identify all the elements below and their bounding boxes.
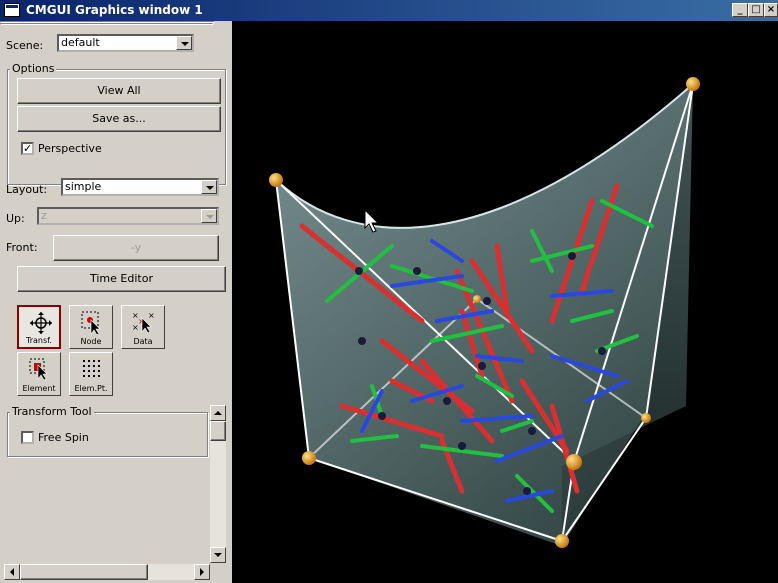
scroll-thumb[interactable] xyxy=(210,421,226,441)
element-tool-button[interactable]: Element xyxy=(17,352,61,396)
tool-label: Data xyxy=(133,337,153,346)
layout-dropdown[interactable]: simple xyxy=(61,178,219,196)
time-editor-button[interactable]: Time Editor xyxy=(17,266,226,292)
scroll-down-button[interactable] xyxy=(210,547,226,563)
scroll-up-button[interactable] xyxy=(210,405,226,421)
scroll-left-button[interactable] xyxy=(4,564,20,580)
arrow-left-icon xyxy=(10,568,14,576)
data-tool-icon: × × × × xyxy=(132,311,155,334)
perspective-label: Perspective xyxy=(38,142,102,155)
up-value: z xyxy=(41,209,47,222)
minimize-button[interactable]: _ xyxy=(732,3,748,17)
front-button[interactable]: -y xyxy=(53,235,219,261)
scene-dropdown[interactable]: default xyxy=(57,34,194,52)
arrow-right-icon xyxy=(200,568,204,576)
separator xyxy=(0,23,213,25)
tool-label: Transf. xyxy=(26,336,52,345)
close-button[interactable]: × xyxy=(764,3,778,17)
layout-label: Layout: xyxy=(6,183,48,196)
front-label: Front: xyxy=(6,241,38,254)
svg-text:×: × xyxy=(148,311,155,320)
chevron-down-icon[interactable] xyxy=(176,36,192,50)
window-title: CMGUI Graphics window 1 xyxy=(26,3,203,17)
maximize-button[interactable]: □ xyxy=(748,3,764,17)
node[interactable] xyxy=(566,454,582,470)
node-tool-button[interactable]: Node xyxy=(69,305,113,349)
transform-tool-button[interactable]: Transf. xyxy=(17,305,61,349)
element-point-tool-icon xyxy=(83,360,100,377)
options-group-title: Options xyxy=(10,62,57,75)
surface-front xyxy=(276,84,693,546)
node[interactable] xyxy=(302,451,316,465)
node-tool-icon xyxy=(81,311,101,334)
data-tool-button[interactable]: × × × × Data xyxy=(121,305,165,349)
node[interactable] xyxy=(641,413,651,423)
vertical-scrollbar[interactable] xyxy=(210,405,226,563)
free-spin-label: Free Spin xyxy=(38,431,89,444)
free-spin-checkbox[interactable] xyxy=(21,431,34,444)
save-as-button[interactable]: Save as... xyxy=(17,106,221,132)
chevron-down-icon[interactable] xyxy=(201,180,217,194)
layout-value: simple xyxy=(65,180,102,193)
title-bar[interactable]: CMGUI Graphics window 1 _ □ × xyxy=(0,0,778,21)
node[interactable] xyxy=(555,534,569,548)
chevron-down-icon[interactable] xyxy=(201,209,217,223)
scroll-thumb[interactable] xyxy=(20,564,148,580)
view-all-button[interactable]: View All xyxy=(17,78,221,104)
arrow-up-icon xyxy=(214,411,222,415)
scroll-right-button[interactable] xyxy=(194,564,210,580)
control-panel: Scene: default Options View All Save as.… xyxy=(0,21,232,583)
transform-tool-group-title: Transform Tool xyxy=(10,405,94,418)
node[interactable] xyxy=(473,295,481,303)
scene-value: default xyxy=(61,36,100,49)
graphics-viewport[interactable] xyxy=(232,21,778,583)
tool-label: Element xyxy=(22,384,56,393)
arrow-down-icon xyxy=(214,553,222,557)
up-dropdown[interactable]: z xyxy=(37,207,219,225)
element-point-tool-button[interactable]: Elem.Pt. xyxy=(69,352,113,396)
horizontal-scrollbar[interactable] xyxy=(4,564,210,580)
app-window-icon xyxy=(4,3,20,17)
perspective-checkbox[interactable]: ✓ xyxy=(21,142,34,155)
transform-tool-icon xyxy=(30,312,52,334)
scene-label: Scene: xyxy=(6,39,44,52)
3d-scene[interactable] xyxy=(232,21,778,583)
up-label: Up: xyxy=(6,212,25,225)
node[interactable] xyxy=(269,173,283,187)
tool-label: Elem.Pt. xyxy=(74,384,108,393)
tool-label: Node xyxy=(80,337,102,346)
node[interactable] xyxy=(686,77,700,91)
element-tool-icon xyxy=(29,358,48,381)
